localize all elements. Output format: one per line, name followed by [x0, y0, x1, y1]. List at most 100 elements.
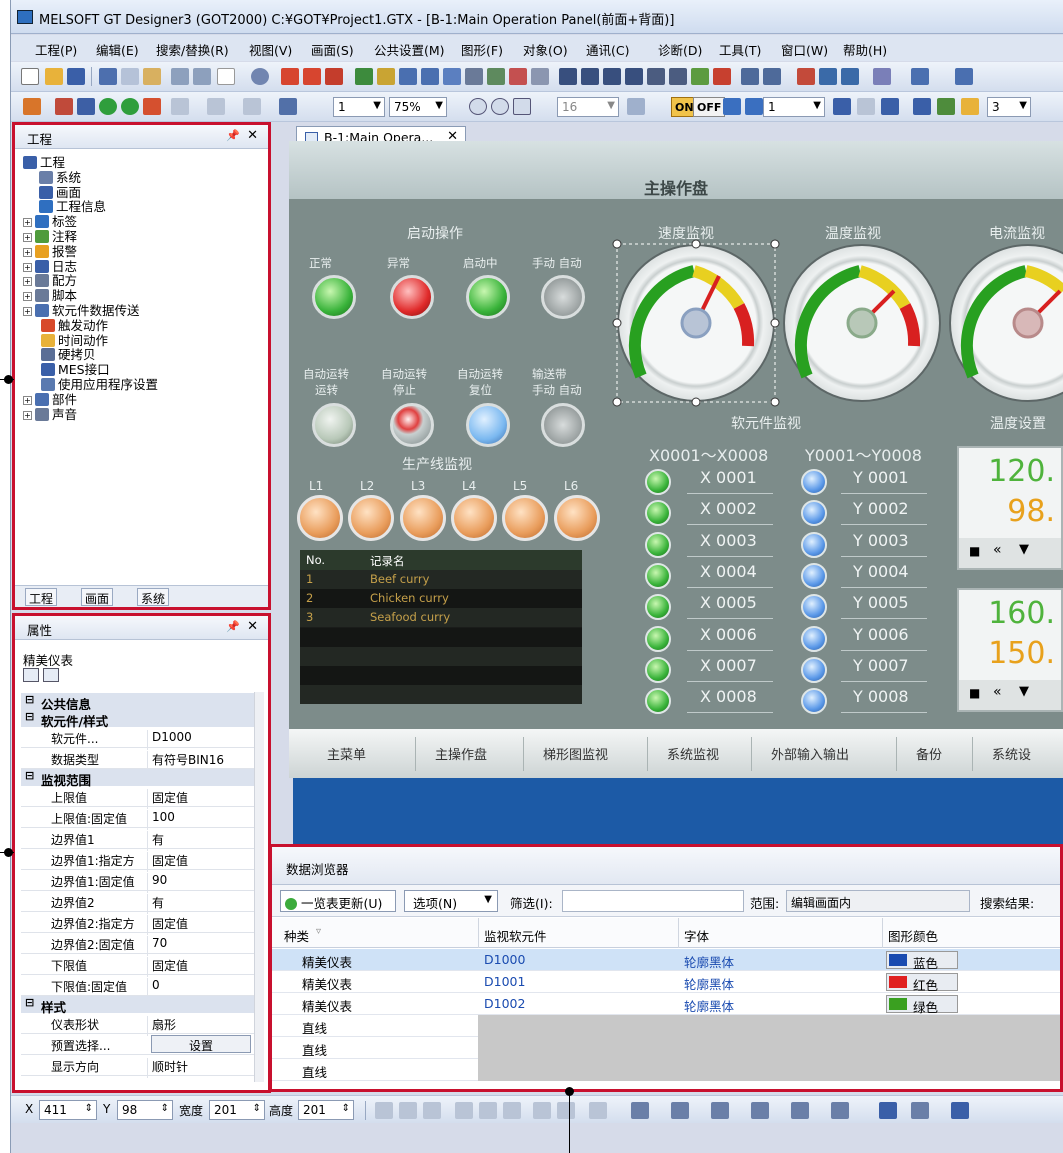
tool-icon[interactable]: [911, 68, 929, 85]
cut-icon[interactable]: [99, 68, 117, 85]
tree-item[interactable]: + 声音: [23, 407, 77, 422]
tool-icon[interactable]: [531, 68, 549, 85]
x-input[interactable]: 411 ⇕: [39, 1100, 97, 1120]
menu-item[interactable]: 工具(T): [719, 40, 761, 59]
expand-icon[interactable]: +: [23, 292, 32, 302]
property-row[interactable]: 边界值2 有: [21, 891, 254, 914]
tool-icon[interactable]: [77, 98, 95, 115]
align-right-icon[interactable]: [423, 1102, 441, 1119]
tool-icon[interactable]: [741, 68, 759, 85]
align-top-icon[interactable]: [455, 1102, 473, 1119]
tool-icon[interactable]: [279, 98, 297, 115]
right-combo[interactable]: 3 ▼: [987, 97, 1031, 117]
recipe-row[interactable]: 1 Beef curry: [300, 570, 582, 589]
x-bit-lamp[interactable]: [645, 688, 671, 715]
menu-item[interactable]: 搜索/替换(R): [156, 40, 229, 59]
tree-item[interactable]: 时间动作: [41, 333, 108, 348]
property-row[interactable]: 边界值1:固定值 90: [21, 870, 254, 893]
property-value[interactable]: 有: [147, 894, 164, 914]
menu-item[interactable]: 工程(P): [35, 40, 77, 59]
pin-icon[interactable]: 📌: [226, 129, 240, 142]
menu-item[interactable]: 编辑(E): [96, 40, 139, 59]
y-bit-lamp[interactable]: [801, 531, 827, 558]
tool-icon[interactable]: [881, 98, 899, 115]
menu-item[interactable]: 视图(V): [249, 40, 292, 59]
expand-icon[interactable]: +: [23, 307, 32, 316]
arrow-right-icon[interactable]: [745, 98, 763, 115]
collapse-icon[interactable]: ⊟: [25, 769, 34, 782]
format-icon[interactable]: [589, 1102, 607, 1119]
menu-item[interactable]: 诊断(D): [658, 40, 702, 59]
next-screen-icon[interactable]: [121, 98, 139, 115]
fill-icon[interactable]: [751, 1102, 769, 1119]
previous-screen-icon[interactable]: [99, 98, 117, 115]
tool-icon[interactable]: [603, 68, 621, 85]
tree-item[interactable]: + 脚本: [23, 288, 77, 303]
screen-nav-button[interactable]: 系统监视: [667, 744, 719, 763]
screen-icon[interactable]: [325, 68, 343, 85]
copy-icon[interactable]: [121, 68, 139, 85]
tool-icon[interactable]: [669, 68, 687, 85]
table-row[interactable]: 直线: [272, 1059, 1060, 1081]
tree-item[interactable]: MES接口: [41, 362, 110, 377]
y-bit-lamp[interactable]: [801, 625, 827, 652]
align-middle-icon[interactable]: [479, 1102, 497, 1119]
property-row[interactable]: 下限值 固定值: [21, 954, 254, 977]
tool-icon[interactable]: [143, 98, 161, 115]
tool-icon[interactable]: [955, 68, 973, 85]
color-cell[interactable]: 红色: [886, 973, 958, 993]
zoom-out-icon[interactable]: [491, 98, 509, 115]
menu-item[interactable]: 公共设置(M): [374, 40, 445, 59]
property-section[interactable]: ⊟ 公共信息: [21, 693, 254, 712]
layer-combo[interactable]: 1 ▼: [763, 97, 825, 117]
tree-item[interactable]: 工程信息: [39, 199, 106, 214]
y-bit-lamp[interactable]: [801, 469, 827, 495]
expand-icon[interactable]: +: [23, 277, 32, 287]
screen-icon[interactable]: [281, 68, 299, 85]
tool-icon[interactable]: [23, 98, 41, 115]
width-input[interactable]: 201 ⇕: [209, 1100, 265, 1120]
screen-nav-button[interactable]: 系统设: [992, 744, 1031, 763]
rewind-icon[interactable]: «: [993, 542, 1002, 558]
tree-item[interactable]: 画面: [39, 185, 81, 200]
tree-item[interactable]: 工程: [23, 155, 65, 170]
tab-project[interactable]: 工程: [25, 588, 58, 606]
property-value[interactable]: 固定值: [147, 852, 188, 872]
property-value[interactable]: 90: [147, 873, 167, 893]
tab-screen[interactable]: 画面: [81, 588, 114, 606]
tool-icon[interactable]: [713, 68, 731, 85]
tool-icon[interactable]: [913, 98, 931, 115]
options-button[interactable]: 选项(N) ▼: [404, 890, 498, 912]
recipe-row[interactable]: 2 Chicken curry: [300, 589, 582, 609]
select-icon[interactable]: [217, 68, 235, 85]
tree-item[interactable]: + 注释: [23, 229, 77, 244]
menu-item[interactable]: 画面(S): [311, 40, 354, 59]
y-bit-lamp[interactable]: [801, 562, 827, 589]
collapse-icon[interactable]: ⊟: [25, 710, 34, 723]
align-center-icon[interactable]: [399, 1102, 417, 1119]
help-icon[interactable]: [251, 68, 269, 85]
property-row[interactable]: 边界值1:指定方 固定值: [21, 849, 254, 872]
tool-icon[interactable]: [841, 68, 859, 85]
preset-setting-button[interactable]: 设置: [151, 1035, 251, 1053]
property-row[interactable]: 预置选择... 设置: [21, 1034, 254, 1055]
menu-item[interactable]: 窗口(W): [781, 40, 828, 59]
screen-number-combo[interactable]: 1 ▼: [333, 97, 385, 117]
tool-icon[interactable]: [833, 98, 851, 115]
x-bit-lamp[interactable]: [645, 656, 671, 683]
x-bit-lamp[interactable]: [645, 469, 671, 495]
x-bit-lamp[interactable]: [645, 531, 671, 558]
property-row[interactable]: 上限值 固定值: [21, 786, 254, 809]
y-input[interactable]: 98 ⇕: [117, 1100, 173, 1120]
screen-icon[interactable]: [303, 68, 321, 85]
line-status-lamp[interactable]: [553, 495, 600, 541]
tree-item[interactable]: + 标签: [23, 214, 77, 229]
tree-item[interactable]: 使用应用程序设置: [41, 377, 158, 392]
stop-icon[interactable]: ■: [969, 686, 980, 700]
color-cell[interactable]: 绿色: [886, 995, 958, 1015]
menu-item[interactable]: 通讯(C): [586, 40, 629, 59]
line-status-lamp[interactable]: [399, 495, 446, 541]
paste-icon[interactable]: [143, 68, 161, 85]
tool-icon[interactable]: [763, 68, 781, 85]
property-value[interactable]: 固定值: [147, 789, 188, 809]
